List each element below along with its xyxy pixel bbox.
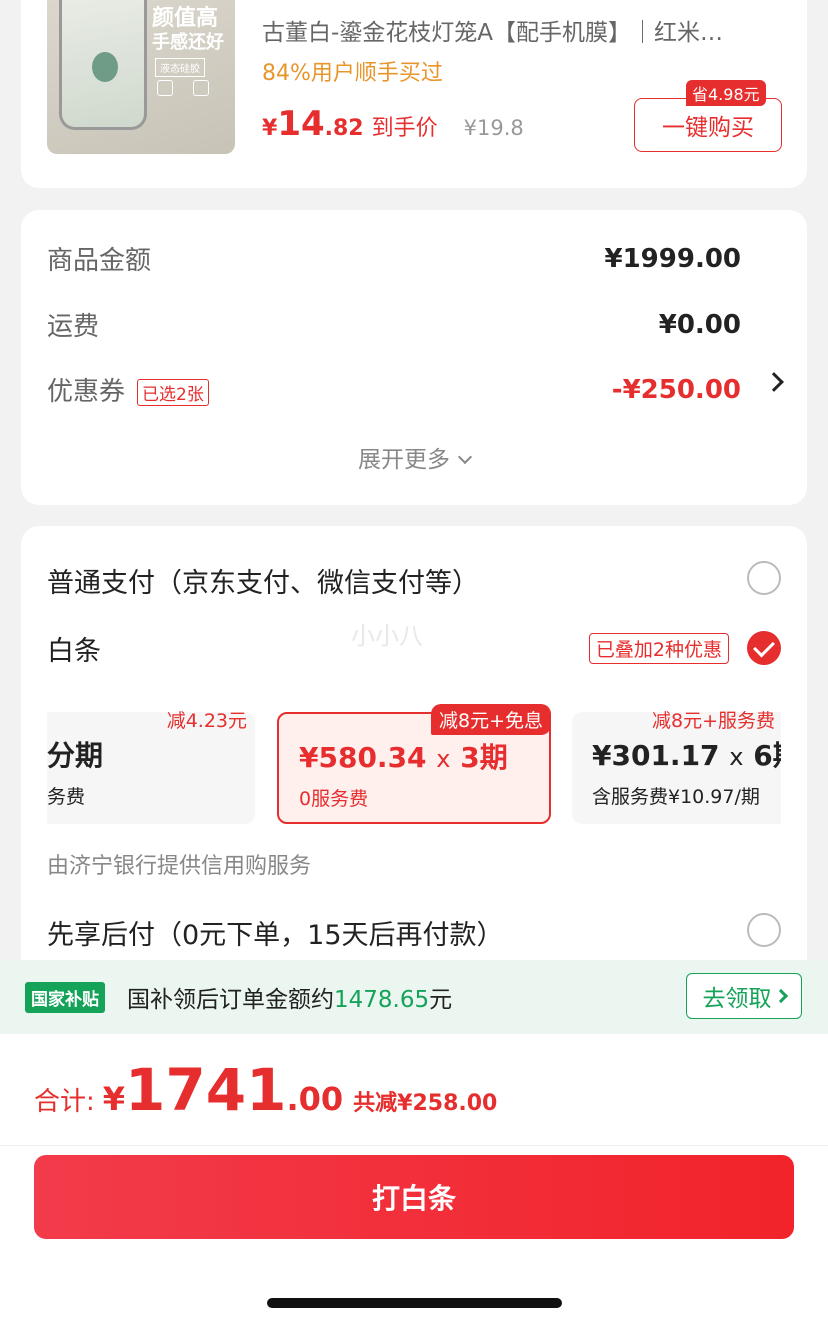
shipping-value: ¥0.00 — [658, 309, 741, 340]
installment-plan-3[interactable]: ¥301.17 x 6期 含服务费¥10.97/期 减8元+服务费 — [572, 710, 781, 824]
plan-1-fee: 务费 — [47, 786, 86, 808]
plan-2-times: x — [436, 745, 451, 773]
normal-pay-radio[interactable] — [747, 561, 781, 595]
plan-1-promo: 减4.23元 — [166, 710, 247, 732]
goods-amount-row: 商品金额 ¥1999.00 — [47, 240, 741, 277]
baitiao-radio-checked[interactable] — [747, 631, 781, 665]
subsidy-text: 国补领后订单金额约1478.65元 — [127, 980, 452, 1014]
recommended-product-card: 颜值高 手感还好 液态硅胶 古董白-鎏金花枝灯笼A【配手机膜】｜红米… 84%用… — [21, 0, 807, 188]
plan-3-fee: 含服务费¥10.97/期 — [592, 786, 760, 808]
coupon-row[interactable]: 优惠券 已选2张 -¥250.00 — [47, 371, 741, 408]
chevron-down-icon — [457, 449, 473, 465]
subsidy-text-post: 元 — [429, 987, 453, 1013]
thumb-caption-2: 手感还好 — [152, 32, 224, 53]
pay-with-baitiao-button[interactable]: 打白条 — [34, 1155, 794, 1239]
normal-pay-option[interactable]: 普通支付（京东支付、微信支付等） — [47, 561, 479, 600]
price-symbol: ¥ — [262, 116, 278, 141]
claim-subsidy-label: 去领取 — [702, 986, 772, 1012]
bank-provider-note: 由济宁银行提供信用购服务 — [47, 854, 312, 879]
chevron-right-icon — [773, 988, 788, 1004]
total-symbol: ¥ — [102, 1080, 126, 1118]
subsidy-tag: 国家补贴 — [25, 981, 105, 1013]
price-label: 到手价 — [371, 116, 438, 141]
product-price: ¥14.82 到手价 ¥19.8 — [262, 104, 524, 144]
stacked-discount-tag: 已叠加2种优惠 — [588, 633, 729, 664]
social-proof: 84%用户顺手买过 — [262, 61, 443, 86]
phone-icon — [157, 80, 173, 96]
plan-1-main: 分期 — [47, 739, 104, 772]
national-subsidy-bar: 国家补贴 国补领后订单金额约1478.65元 去领取 — [0, 960, 828, 1034]
thumb-caption-3: 液态硅胶 — [155, 58, 205, 77]
total-bar: 合计: ¥1741.00 共减¥258.00 — [0, 1034, 828, 1146]
total-label: 合计: — [34, 1087, 95, 1117]
price-dec: .82 — [324, 116, 364, 141]
plan-3-times: x — [729, 743, 744, 771]
chevron-right-icon[interactable] — [764, 372, 784, 392]
coupon-count-tag: 已选2张 — [137, 379, 209, 406]
goods-amount-value: ¥1999.00 — [604, 243, 741, 274]
watermark: 小小八 — [351, 622, 423, 650]
one-click-buy-button[interactable]: 一键购买 — [634, 98, 782, 152]
shipping-label: 运费 — [47, 312, 100, 342]
expand-more-label: 展开更多 — [358, 447, 450, 473]
action-area: 打白条 — [0, 1146, 828, 1325]
expand-more[interactable]: 展开更多 — [21, 440, 807, 474]
installment-plan-2-selected[interactable]: ¥580.34 x 3期 0服务费 减8元+免息 — [277, 704, 551, 824]
plan-2-amount: ¥580.34 — [299, 741, 427, 774]
pay-later-option[interactable]: 先享后付（0元下单，15天后再付款） — [47, 913, 504, 952]
total-int: 1741 — [125, 1056, 287, 1124]
pay-later-radio[interactable] — [747, 913, 781, 947]
save-badge: 省4.98元 — [686, 80, 766, 106]
price-summary-card: 商品金额 ¥1999.00 运费 ¥0.00 优惠券 已选2张 -¥250.00 … — [21, 210, 807, 505]
plan-2-count: 3期 — [460, 741, 508, 774]
coupon-value: -¥250.00 — [611, 374, 741, 405]
plan-3-promo: 减8元+服务费 — [652, 710, 776, 732]
goods-amount-label: 商品金额 — [47, 246, 152, 276]
shipping-row: 运费 ¥0.00 — [47, 306, 741, 343]
original-price: ¥19.8 — [463, 116, 524, 140]
total-savings: 共减¥258.00 — [353, 1091, 498, 1116]
payment-method-card: 普通支付（京东支付、微信支付等） 白条 小小八 已叠加2种优惠 分期 务费 减4… — [21, 526, 807, 986]
plan-2-promo: 减8元+免息 — [430, 704, 551, 735]
coupon-label: 优惠券 — [47, 377, 126, 407]
price-int: 14 — [277, 104, 325, 144]
claim-subsidy-button[interactable]: 去领取 — [686, 973, 802, 1019]
plan-2-fee: 0服务费 — [299, 788, 369, 810]
installment-plan-1[interactable]: 分期 务费 减4.23元 — [47, 710, 255, 824]
product-title[interactable]: 古董白-鎏金花枝灯笼A【配手机膜】｜红米… — [262, 13, 723, 47]
lantern-graphic — [92, 52, 118, 82]
subsidy-amount: 1478.65 — [334, 987, 430, 1013]
product-thumbnail[interactable]: 颜值高 手感还好 液态硅胶 — [47, 0, 235, 154]
camera-icon — [193, 80, 209, 96]
home-indicator[interactable] — [267, 1298, 562, 1308]
total-dec: .00 — [286, 1080, 344, 1118]
baitiao-option[interactable]: 白条 — [47, 629, 101, 668]
plan-3-amount: ¥301.17 — [592, 739, 720, 772]
installment-plan-list[interactable]: 分期 务费 减4.23元 ¥580.34 x 3期 0服务费 减8元+免息 ¥3… — [47, 702, 781, 826]
subsidy-text-pre: 国补领后订单金额约 — [127, 987, 334, 1013]
plan-3-count: 6期 — [753, 739, 781, 772]
order-total: 合计: ¥1741.00 共减¥258.00 — [34, 1056, 497, 1124]
